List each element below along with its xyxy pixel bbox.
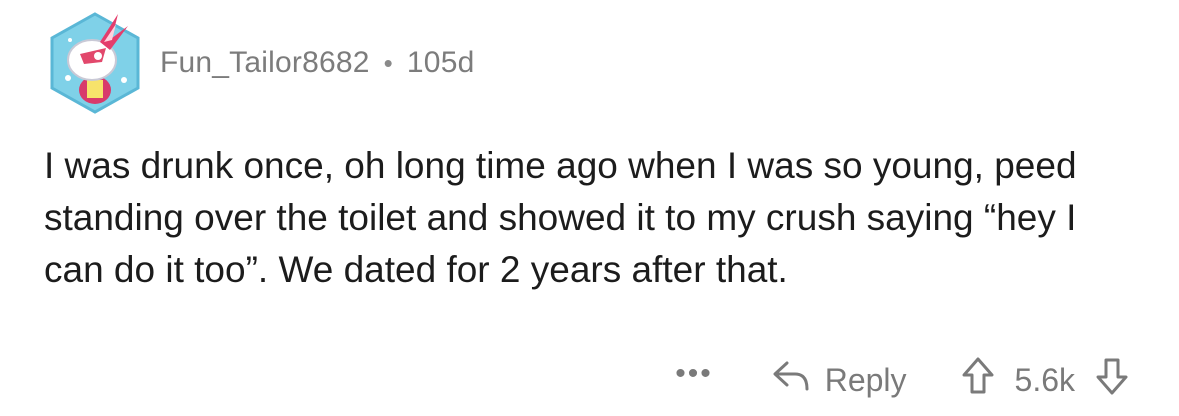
reply-button[interactable]: Reply (771, 359, 907, 401)
meta-separator: • (383, 47, 393, 78)
snoo-avatar-icon[interactable] (40, 8, 150, 118)
vote-controls: 5.6k (961, 356, 1129, 404)
comment-meta: Fun_Tailor8682 • 105d (160, 46, 474, 80)
downvote-arrow-icon[interactable] (1095, 356, 1129, 404)
comment-actions: ••• Reply 5.6k (675, 352, 1129, 408)
vote-score: 5.6k (1014, 361, 1075, 398)
upvote-arrow-icon[interactable] (961, 356, 995, 404)
username[interactable]: Fun_Tailor8682 (160, 46, 370, 80)
comment-header: Fun_Tailor8682 • 105d (40, 8, 474, 118)
reply-label: Reply (824, 361, 907, 398)
more-options-button[interactable]: ••• (675, 359, 713, 389)
comment: Fun_Tailor8682 • 105d I was drunk once, … (0, 0, 1179, 416)
comment-age: 105d (406, 46, 475, 79)
reply-arrow-icon (771, 359, 825, 401)
comment-body: I was drunk once, oh long time ago when … (44, 145, 1077, 290)
